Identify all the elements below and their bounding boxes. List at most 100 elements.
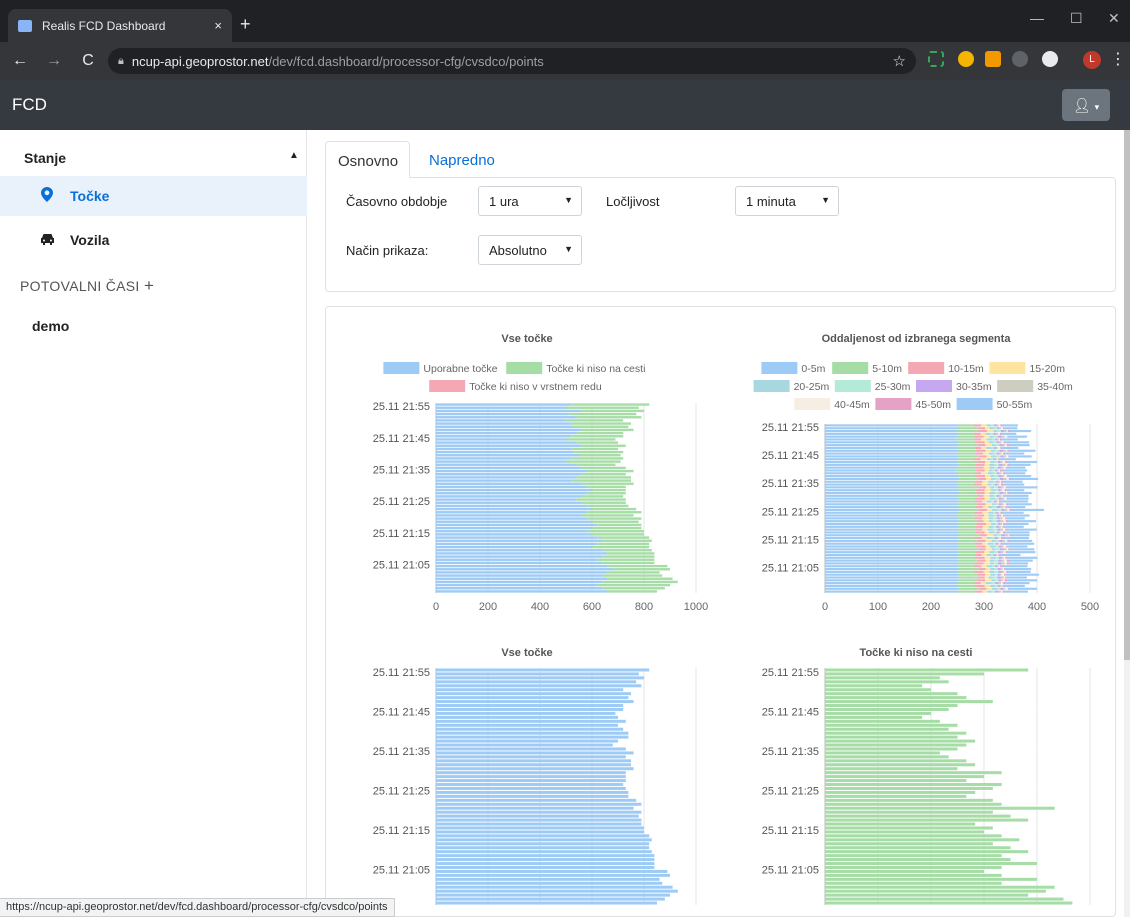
- forward-icon[interactable]: →: [40, 52, 68, 70]
- bar: [825, 522, 958, 526]
- bar: [999, 539, 1003, 542]
- browser-tab[interactable]: Realis FCD Dashboard ×: [8, 9, 232, 42]
- period-select[interactable]: 1 ura ▼: [478, 186, 582, 216]
- close-window-icon[interactable]: ✕: [1108, 10, 1120, 27]
- bar: [988, 576, 994, 579]
- browser-menu-icon[interactable]: ⋮: [1110, 49, 1126, 69]
- bar: [983, 435, 990, 438]
- bar: [1003, 503, 1007, 506]
- bar: [1005, 582, 1030, 585]
- bookmark-star-icon[interactable]: ☆: [893, 52, 906, 70]
- bar: [436, 473, 582, 476]
- bar: [957, 537, 974, 540]
- bar: [602, 555, 655, 558]
- bar: [825, 711, 931, 715]
- bar: [436, 412, 569, 416]
- bar: [1007, 463, 1010, 466]
- bar: [581, 473, 626, 476]
- bar: [956, 446, 975, 450]
- bar: [1005, 444, 1007, 447]
- bar: [1002, 517, 1006, 520]
- bar: [825, 755, 949, 759]
- bar: [581, 495, 624, 498]
- bar: [994, 551, 998, 554]
- bar: [1004, 576, 1006, 579]
- back-icon[interactable]: ←: [6, 52, 34, 70]
- bar: [987, 542, 994, 545]
- bar: [1008, 477, 1011, 480]
- bar: [1007, 449, 1009, 452]
- sidebar-item-vozila[interactable]: Vozila: [0, 220, 307, 260]
- bar: [1000, 460, 1003, 464]
- bar: [984, 441, 989, 444]
- rss-icon[interactable]: [985, 51, 1001, 67]
- new-tab-button[interactable]: +: [240, 14, 251, 35]
- user-menu-button[interactable]: 👤︎ ▾: [1062, 89, 1110, 121]
- mode-select[interactable]: Absolutno ▼: [478, 235, 582, 265]
- minimize-icon[interactable]: —: [1030, 10, 1044, 26]
- extension-icon[interactable]: [1012, 51, 1028, 67]
- bar: [959, 576, 978, 579]
- bar: [571, 403, 650, 406]
- bar: [1010, 534, 1030, 537]
- bar: [436, 680, 637, 684]
- extension-icon[interactable]: [1042, 51, 1058, 67]
- bar: [592, 533, 644, 536]
- address-bar[interactable]: 🔒︎ ncup-api.geoprostor.net/dev/fcd.dashb…: [108, 48, 916, 74]
- extension-icon[interactable]: [958, 51, 974, 67]
- bar: [988, 531, 995, 534]
- profile-avatar[interactable]: L: [1083, 51, 1101, 69]
- bar: [1006, 517, 1025, 520]
- bar: [1000, 489, 1003, 492]
- bar: [1006, 506, 1026, 509]
- add-travel-time-icon[interactable]: +: [144, 276, 154, 296]
- bar: [825, 676, 940, 680]
- bar: [436, 511, 587, 514]
- chevron-up-icon[interactable]: ▲: [289, 150, 299, 161]
- scrollbar-thumb[interactable]: [1124, 130, 1130, 660]
- sidebar: Stanje ▲ Točke Vozila POTOVALNI ČASI + d…: [0, 130, 307, 917]
- bar: [1001, 503, 1004, 506]
- bar: [576, 416, 642, 419]
- bar: [825, 790, 976, 794]
- resolution-select[interactable]: 1 minuta ▼: [735, 186, 839, 216]
- bar: [1001, 534, 1006, 537]
- bar: [998, 438, 1000, 441]
- page-scrollbar[interactable]: [1124, 130, 1130, 917]
- tab-osnovno[interactable]: Osnovno: [325, 141, 410, 178]
- extension-icon[interactable]: [928, 51, 944, 67]
- y-tick-label: 25.11 21:15: [373, 825, 430, 837]
- y-tick-label: 25.11 21:55: [762, 422, 819, 434]
- close-tab-icon[interactable]: ×: [214, 18, 222, 33]
- bar: [1005, 472, 1026, 475]
- bar: [993, 553, 996, 557]
- legend-swatch: [956, 398, 993, 410]
- bar: [999, 480, 1001, 483]
- maximize-icon[interactable]: ☐: [1070, 10, 1083, 27]
- reload-icon[interactable]: C: [74, 52, 102, 70]
- bar: [1000, 579, 1004, 582]
- sidebar-item-tocke[interactable]: Točke: [0, 176, 307, 216]
- bar: [1005, 551, 1008, 554]
- bar: [957, 522, 977, 526]
- bar: [958, 480, 976, 483]
- bar: [436, 775, 626, 779]
- bar: [995, 449, 1000, 452]
- sidebar-section-title[interactable]: Stanje: [24, 150, 66, 166]
- bar: [998, 582, 1001, 585]
- app-brand[interactable]: FCD: [12, 95, 47, 115]
- bar: [985, 539, 992, 542]
- bar: [999, 469, 1002, 472]
- tab-napredno[interactable]: Napredno: [417, 141, 507, 178]
- bar: [1006, 429, 1008, 433]
- bar: [991, 446, 995, 450]
- bar: [825, 767, 958, 771]
- bar: [436, 539, 603, 542]
- legend-swatch: [916, 380, 952, 392]
- bar: [998, 432, 1000, 435]
- sidebar-item-demo[interactable]: demo: [32, 318, 69, 334]
- bar: [1004, 508, 1008, 511]
- bar: [991, 587, 998, 590]
- bar: [436, 444, 582, 447]
- bar: [988, 514, 994, 517]
